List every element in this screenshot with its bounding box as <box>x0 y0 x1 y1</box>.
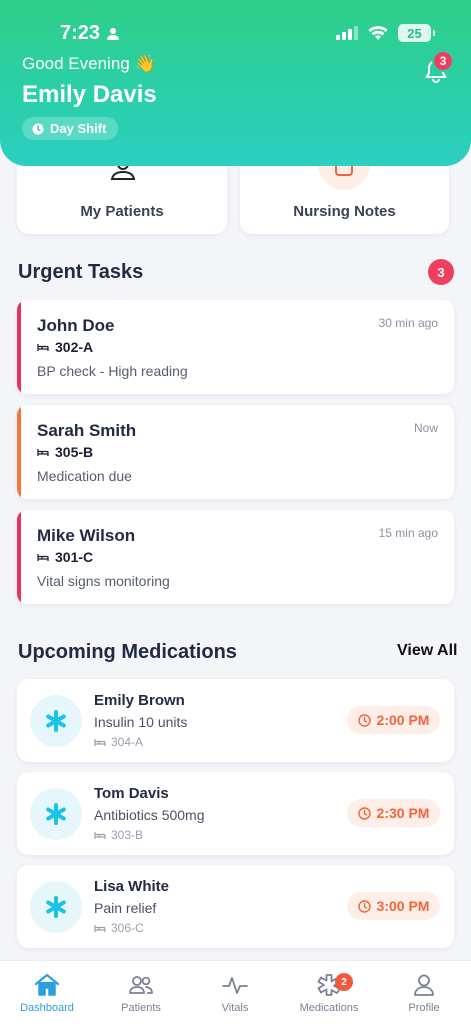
view-all-link[interactable]: View All <box>397 642 457 660</box>
task-room: 305-B <box>37 444 93 460</box>
bed-icon <box>37 343 49 351</box>
asterisk-icon <box>46 803 66 825</box>
signal-icon <box>336 26 358 40</box>
med-time-text: 2:00 PM <box>376 712 430 728</box>
task-card[interactable]: Sarah Smith Now 305-B Medication due <box>17 405 454 499</box>
task-description: Vital signs monitoring <box>37 573 170 589</box>
med-patient-name: Tom Davis <box>94 785 169 802</box>
nav-label: Patients <box>121 1002 161 1014</box>
nav-label: Medications <box>299 1002 359 1014</box>
med-dose: Antibiotics 500mg <box>94 807 205 823</box>
clock-icon <box>32 123 44 134</box>
task-time: 15 min ago <box>378 526 438 540</box>
medical-icon-circle <box>30 788 82 840</box>
asterisk-icon <box>46 710 66 732</box>
med-patient-name: Emily Brown <box>94 692 185 709</box>
priority-bar <box>17 405 21 499</box>
medication-card[interactable]: Tom Davis Antibiotics 500mg 303-B 2:30 P… <box>17 772 454 855</box>
user-name: Emily Davis <box>22 81 157 108</box>
medical-icon-circle <box>30 695 82 747</box>
nav-label: Vitals <box>221 1002 249 1014</box>
medications-badge: 2 <box>335 973 353 991</box>
task-description: BP check - High reading <box>37 363 188 379</box>
home-icon <box>34 973 60 996</box>
status-time-text: 7:23 <box>60 22 101 44</box>
status-bar-icons: 25 <box>336 24 435 42</box>
med-room: 306-C <box>94 921 144 935</box>
bed-icon <box>94 831 106 839</box>
task-card[interactable]: Mike Wilson 15 min ago 301-C Vital signs… <box>17 510 454 604</box>
priority-bar <box>17 300 21 394</box>
clock-icon <box>357 899 371 913</box>
task-room-number: 305-B <box>55 444 94 460</box>
nav-patients[interactable]: Patients <box>101 973 181 1014</box>
asterisk-icon <box>46 896 66 918</box>
nav-label: Profile <box>408 1002 440 1014</box>
med-time-text: 3:00 PM <box>376 898 430 914</box>
clock-icon <box>357 806 371 820</box>
user-icon <box>414 974 434 996</box>
task-room-number: 302-A <box>55 339 94 355</box>
med-patient-name: Lisa White <box>94 878 170 895</box>
wifi-icon <box>368 25 388 40</box>
users-icon <box>129 976 153 994</box>
med-dose: Insulin 10 units <box>94 714 188 730</box>
shift-label: Day Shift <box>50 121 107 136</box>
med-room: 303-B <box>94 828 143 842</box>
medication-card[interactable]: Lisa White Pain relief 306-C 3:00 PM <box>17 865 454 948</box>
task-patient-name: John Doe <box>37 316 115 335</box>
med-room-number: 304-A <box>111 735 144 749</box>
nursing-notes-label: Nursing Notes <box>293 203 396 220</box>
medication-card[interactable]: Emily Brown Insulin 10 units 304-A 2:00 … <box>17 679 454 762</box>
nav-medications[interactable]: 2 Medications <box>289 973 369 1014</box>
task-time: 30 min ago <box>378 316 438 330</box>
task-room: 302-A <box>37 339 93 355</box>
urgent-tasks-title: Urgent Tasks <box>18 261 144 283</box>
medications-title: Upcoming Medications <box>18 641 237 663</box>
medical-icon-circle <box>30 881 82 933</box>
status-bar-time: 7:23 <box>60 22 120 45</box>
med-time-pill: 2:30 PM <box>347 799 440 827</box>
task-description: Medication due <box>37 468 132 484</box>
med-time-pill: 2:00 PM <box>347 706 440 734</box>
pulse-icon <box>222 977 248 994</box>
task-patient-name: Mike Wilson <box>37 526 136 545</box>
bed-icon <box>37 553 49 561</box>
med-time-pill: 3:00 PM <box>347 892 440 920</box>
person-icon <box>107 27 120 40</box>
task-room: 301-C <box>37 549 93 565</box>
bed-icon <box>94 924 106 932</box>
nav-profile[interactable]: Profile <box>384 973 464 1014</box>
priority-bar <box>17 510 21 604</box>
nav-dashboard[interactable]: Dashboard <box>7 973 87 1014</box>
task-card[interactable]: John Doe 30 min ago 302-A BP check - Hig… <box>17 300 454 394</box>
battery-indicator: 25 <box>398 24 435 42</box>
header: 7:23 25 Good Evening 👋 Emily Davis Day S… <box>0 0 471 166</box>
nav-label: Dashboard <box>20 1002 74 1014</box>
my-patients-label: My Patients <box>80 203 164 220</box>
notification-badge: 3 <box>432 50 454 72</box>
med-room: 304-A <box>94 735 143 749</box>
bed-icon <box>37 448 49 456</box>
med-room-number: 303-B <box>111 828 144 842</box>
clock-icon <box>357 713 371 727</box>
bottom-nav: Dashboard Patients Vitals 2 Medications … <box>0 960 471 1024</box>
nav-vitals[interactable]: Vitals <box>195 973 275 1014</box>
greeting-text: Good Evening 👋 <box>22 54 156 73</box>
med-time-text: 2:30 PM <box>376 805 430 821</box>
urgent-count-badge: 3 <box>428 259 454 285</box>
med-room-number: 306-C <box>111 921 144 935</box>
shift-badge: Day Shift <box>22 117 119 140</box>
bed-icon <box>94 738 106 746</box>
med-dose: Pain relief <box>94 900 157 916</box>
task-patient-name: Sarah Smith <box>37 421 137 440</box>
task-room-number: 301-C <box>55 549 94 565</box>
task-time: Now <box>413 421 438 435</box>
